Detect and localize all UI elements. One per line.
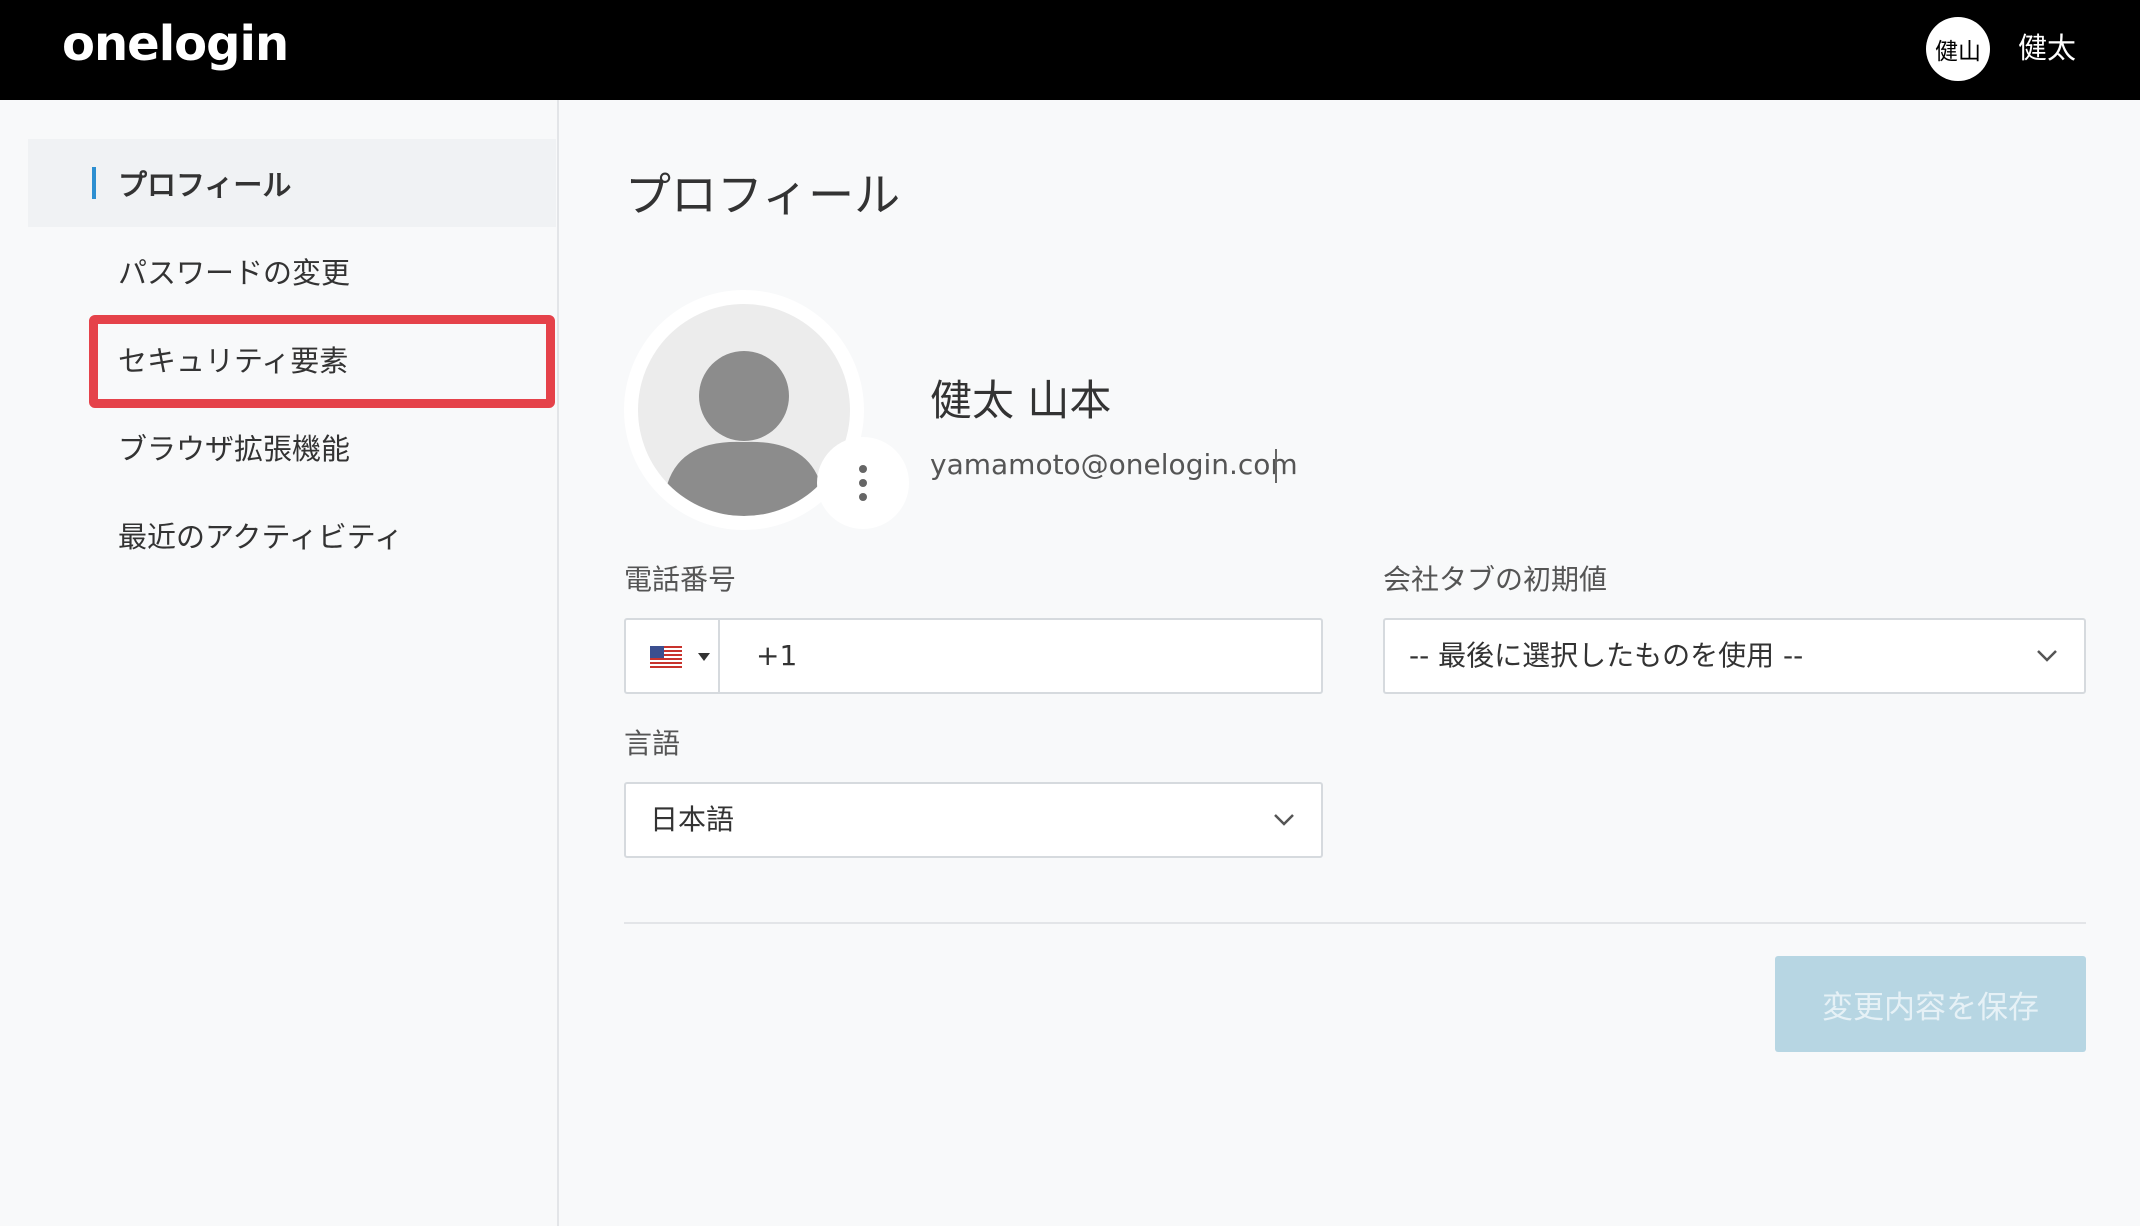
sidebar-item-browser-extension[interactable]: ブラウザ拡張機能: [28, 403, 556, 491]
phone-field[interactable]: +1: [624, 618, 1323, 694]
sidebar: プロフィール パスワードの変更 セキュリティ要素 ブラウザ拡張機能 最近のアクテ…: [0, 100, 559, 1226]
sidebar-item-label: パスワードの変更: [118, 256, 351, 290]
company-tab-label: 会社タブの初期値: [1383, 563, 1608, 596]
language-label: 言語: [624, 727, 681, 760]
sidebar-item-recent-activity[interactable]: 最近のアクティビティ: [28, 491, 556, 579]
top-bar: onelogin 健山 健太: [0, 0, 2140, 100]
company-tab-select[interactable]: -- 最後に選択したものを使用 --: [1383, 618, 2086, 694]
highlight-annotation-box: [89, 315, 555, 408]
divider: [624, 922, 2086, 924]
company-tab-value: -- 最後に選択したものを使用 --: [1409, 639, 1804, 672]
more-options-icon[interactable]: [817, 437, 909, 529]
chevron-down-icon: [2037, 650, 2057, 662]
chevron-down-icon: [1274, 814, 1294, 826]
country-code-select[interactable]: [626, 620, 720, 692]
caret-down-icon: [698, 653, 710, 661]
phone-label: 電話番号: [624, 563, 737, 596]
page-title: プロフィール: [625, 168, 901, 222]
language-value: 日本語: [650, 803, 735, 836]
sidebar-item-label: プロフィール: [118, 168, 292, 202]
sidebar-item-label: ブラウザ拡張機能: [118, 432, 351, 466]
text-cursor: [1275, 449, 1277, 483]
language-select[interactable]: 日本語: [624, 782, 1323, 858]
sidebar-item-profile[interactable]: プロフィール: [28, 139, 556, 227]
user-avatar[interactable]: 健山: [1926, 17, 1990, 81]
profile-full-name: 健太 山本: [930, 376, 1112, 425]
profile-email: yamamoto@onelogin.com: [930, 448, 1298, 481]
sidebar-item-change-password[interactable]: パスワードの変更: [28, 227, 556, 315]
save-changes-button[interactable]: 変更内容を保存: [1775, 956, 2086, 1052]
onelogin-logo[interactable]: onelogin: [62, 14, 289, 74]
user-name[interactable]: 健太: [2018, 28, 2076, 68]
us-flag-icon: [650, 646, 682, 668]
sidebar-item-label: 最近のアクティビティ: [118, 520, 404, 554]
phone-input[interactable]: +1: [756, 636, 797, 676]
